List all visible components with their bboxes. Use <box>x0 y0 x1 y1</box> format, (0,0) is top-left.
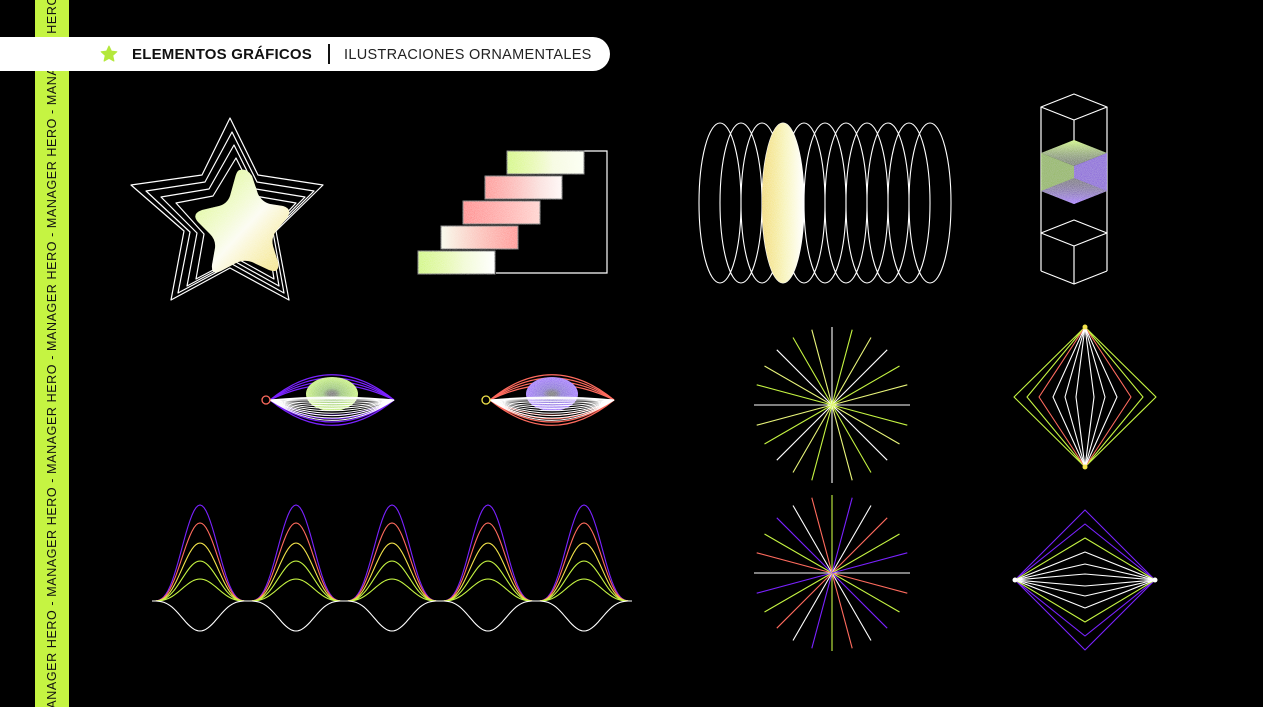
diamond-layer <box>1014 509 1156 651</box>
diamond-layer <box>1014 563 1156 597</box>
diamond-layer <box>1026 326 1144 468</box>
burst-ray <box>831 404 908 426</box>
diamond-layer <box>1014 537 1156 623</box>
burst-ray <box>831 329 853 406</box>
burst-ray <box>811 404 833 481</box>
diamond-node <box>1012 577 1018 583</box>
diamond-layer <box>1014 523 1156 637</box>
burst-ray <box>756 552 833 574</box>
burst-ray <box>811 572 833 649</box>
tunnel-highlight <box>762 123 804 283</box>
eye-corner-dot <box>481 395 491 405</box>
diamond-layer <box>1014 573 1156 587</box>
wave-line <box>152 504 632 602</box>
eye-corner-dot <box>261 395 271 405</box>
diamond-node <box>1082 324 1088 330</box>
star-ornament <box>130 117 324 301</box>
burst-ray <box>811 329 833 406</box>
eye-ornament-purple <box>481 374 615 426</box>
burst-ray <box>756 384 833 406</box>
burst-ray <box>831 552 908 574</box>
wave-line <box>152 600 632 632</box>
burst-ray <box>831 404 853 481</box>
wave-line <box>152 542 632 602</box>
diamond-layer <box>1052 326 1118 468</box>
prism-ornament <box>1040 93 1108 285</box>
burst-ray <box>811 497 833 574</box>
burst-ray <box>831 384 908 406</box>
diamond-node <box>1152 577 1158 583</box>
burst-ray <box>756 572 833 594</box>
stairs-ornament <box>417 150 608 275</box>
ornament-canvas <box>130 93 1158 651</box>
wave-ornament <box>152 504 632 632</box>
starburst-ornament-lime <box>754 327 910 483</box>
burst-ray <box>831 572 853 649</box>
burst-ray <box>756 404 833 426</box>
diamond-node <box>1082 464 1088 470</box>
ellipse-tunnel-ornament <box>698 122 952 284</box>
diamond-ornament-vertical <box>1013 324 1157 470</box>
diamond-layer <box>1013 326 1157 468</box>
burst-ray <box>831 497 853 574</box>
eye-ornament-green <box>261 374 395 426</box>
wave-line <box>152 522 632 602</box>
burst-ray <box>831 572 908 594</box>
diamond-layer <box>1014 551 1156 609</box>
diamond-ornament-horizontal <box>1012 509 1158 651</box>
starburst-ornament-coral <box>754 495 910 651</box>
